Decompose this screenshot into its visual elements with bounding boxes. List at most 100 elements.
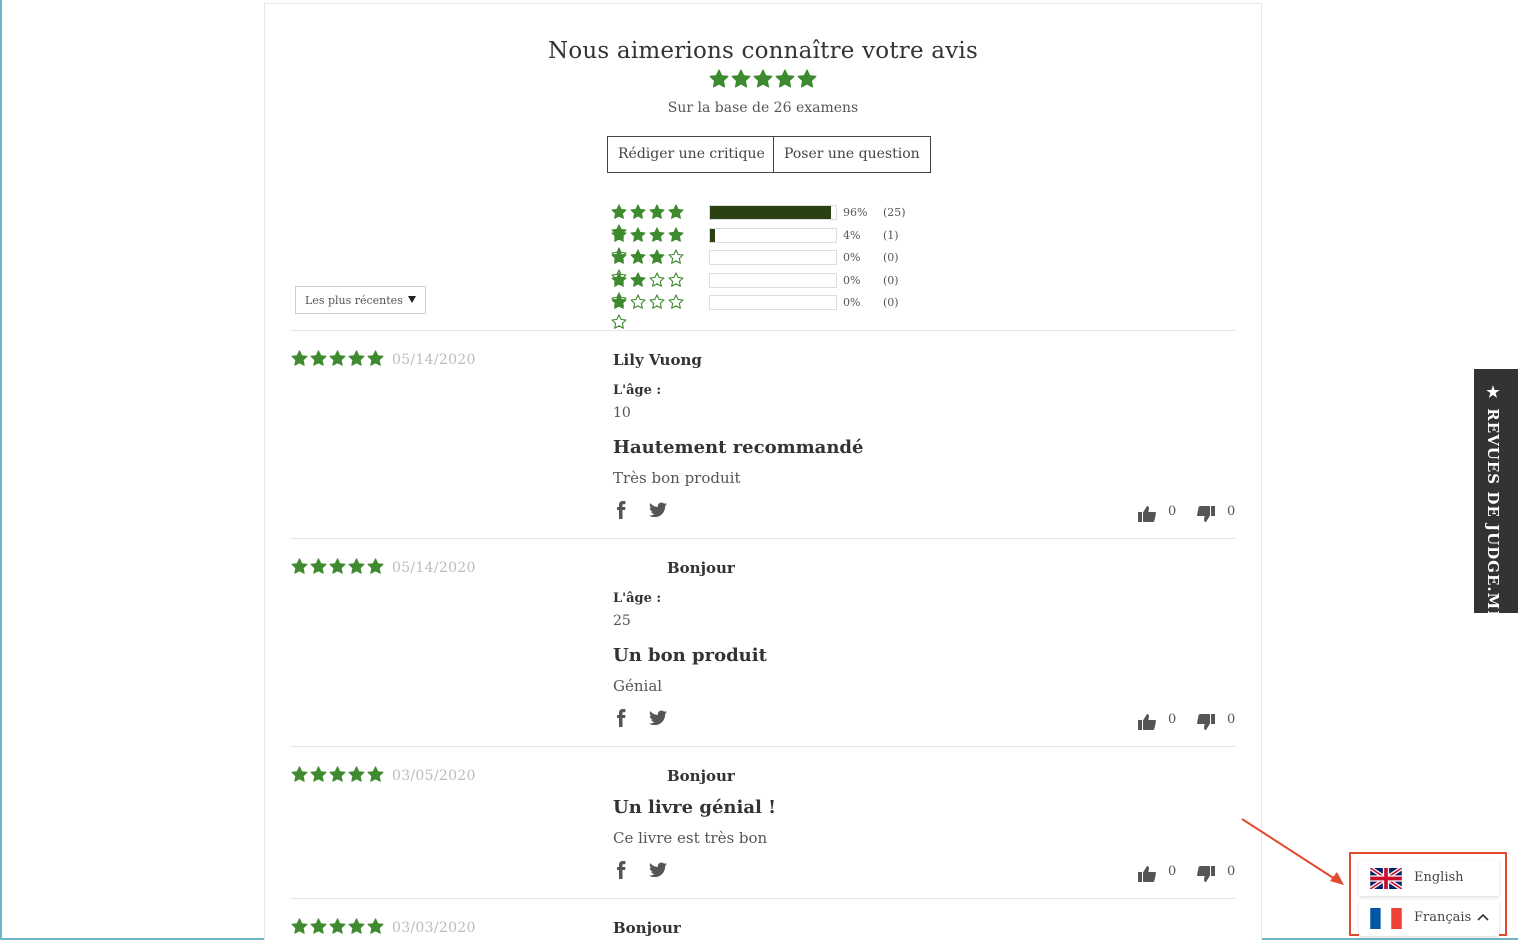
star-icon xyxy=(611,314,627,330)
review-question-value: 25 xyxy=(613,613,631,629)
histogram-row-4-stars[interactable]: 4% (1) xyxy=(611,225,931,262)
write-review-button[interactable]: Rédiger une critique xyxy=(607,136,776,173)
star-icon xyxy=(367,918,384,935)
star-icon xyxy=(649,271,665,288)
histogram-count: (1) xyxy=(883,228,899,242)
thumbs-down-icon[interactable] xyxy=(1197,866,1215,882)
star-icon xyxy=(348,558,365,575)
facebook-icon[interactable] xyxy=(615,501,627,519)
sort-selected-value: Les plus récentes xyxy=(305,294,403,307)
divider xyxy=(291,538,1236,539)
twitter-icon[interactable] xyxy=(649,710,667,726)
thumbs-down-icon[interactable] xyxy=(1197,714,1215,730)
star-icon xyxy=(731,69,751,89)
histogram-count: (0) xyxy=(883,251,899,264)
histogram-percent: 0% xyxy=(843,273,861,287)
review-stars xyxy=(291,918,386,939)
thumbs-down-icon[interactable] xyxy=(1197,506,1215,522)
star-icon xyxy=(753,69,773,89)
star-icon xyxy=(348,766,365,783)
ask-question-button[interactable]: Poser une question xyxy=(773,136,931,173)
twitter-icon[interactable] xyxy=(649,502,667,518)
histogram-bar xyxy=(709,295,837,310)
histogram-bar xyxy=(709,250,837,265)
star-icon xyxy=(649,204,665,220)
language-option-francais[interactable]: Français xyxy=(1359,900,1499,936)
review-stars xyxy=(291,350,386,371)
france-flag-icon xyxy=(1370,908,1402,929)
thumbs-up-icon[interactable] xyxy=(1138,506,1156,522)
downvote-count: 0 xyxy=(1227,504,1236,519)
judgeme-side-tab[interactable]: ★ REVUES DE JUDGE.ME xyxy=(1474,369,1518,623)
downvote-count: 0 xyxy=(1227,712,1236,727)
histogram-stars xyxy=(611,249,703,284)
histogram-bar xyxy=(709,227,837,243)
facebook-icon[interactable] xyxy=(615,709,627,727)
upvote-count: 0 xyxy=(1168,864,1177,879)
downvote-count: 0 xyxy=(1227,864,1236,879)
upvote-count: 0 xyxy=(1168,712,1177,727)
review-body: Génial xyxy=(613,677,663,695)
histogram-row-2-stars[interactable]: 0% (0) xyxy=(611,270,931,307)
star-icon xyxy=(291,766,308,783)
reviews-widget: Nous aimerions connaître votre avis Sur … xyxy=(264,3,1262,940)
star-icon xyxy=(775,69,795,89)
star-icon xyxy=(630,294,646,310)
star-icon xyxy=(329,350,346,367)
histogram-bar-fill xyxy=(710,206,831,219)
review-author: Bonjour xyxy=(613,919,681,937)
uk-flag-icon xyxy=(1370,868,1402,889)
language-switcher: English Français xyxy=(1349,852,1507,936)
review-date: 03/03/2020 xyxy=(392,920,476,936)
star-icon xyxy=(611,271,627,288)
star-icon xyxy=(329,766,346,783)
histogram-count: (0) xyxy=(883,296,899,309)
histogram-bar xyxy=(709,272,837,288)
review-date: 03/05/2020 xyxy=(392,768,476,784)
star-icon xyxy=(649,226,665,243)
star-icon xyxy=(668,249,684,265)
histogram-row-5-stars[interactable]: 96% (25) xyxy=(611,202,931,239)
star-icon xyxy=(630,204,646,220)
star-icon xyxy=(630,226,646,243)
histogram-row-3-stars[interactable]: 0% (0) xyxy=(611,247,931,284)
review-title: Hautement recommandé xyxy=(613,437,864,458)
annotation-arrow xyxy=(1241,818,1344,885)
side-tab-label: ★ REVUES DE JUDGE.ME xyxy=(1484,383,1502,623)
twitter-icon[interactable] xyxy=(649,862,667,878)
review-count-text: Sur la base de 26 examens xyxy=(667,100,859,116)
star-icon xyxy=(310,918,327,935)
histogram-stars xyxy=(611,271,703,307)
review-stars xyxy=(291,766,386,787)
divider xyxy=(291,898,1236,899)
histogram-percent: 96% xyxy=(843,206,868,219)
sort-select[interactable]: Les plus récentes xyxy=(295,286,426,314)
star-icon xyxy=(649,294,665,310)
thumbs-up-icon[interactable] xyxy=(1138,714,1156,730)
histogram-bar xyxy=(709,205,837,220)
star-icon xyxy=(630,249,646,265)
star-icon xyxy=(668,271,684,288)
chevron-up-icon[interactable] xyxy=(1477,912,1489,922)
star-icon xyxy=(329,918,346,935)
thumbs-up-icon[interactable] xyxy=(1138,866,1156,882)
histogram-bar-fill xyxy=(710,228,716,242)
star-icon xyxy=(367,558,384,575)
widget-title: Nous aimerions connaître votre avis xyxy=(548,38,978,64)
star-icon xyxy=(348,918,365,935)
histogram-row-1-stars[interactable]: 0% (0) xyxy=(611,292,931,329)
language-option-english[interactable]: English xyxy=(1359,860,1499,896)
upvote-count: 0 xyxy=(1168,504,1177,519)
star-icon xyxy=(797,69,817,89)
star-icon xyxy=(329,558,346,575)
star-icon xyxy=(668,204,684,220)
star-icon xyxy=(367,766,384,783)
star-icon xyxy=(310,766,327,783)
star-icon xyxy=(611,249,627,265)
histogram-count: (0) xyxy=(883,273,899,287)
review-stars xyxy=(291,558,386,579)
star-icon xyxy=(291,558,308,575)
review-title: Un livre génial ! xyxy=(613,797,777,818)
facebook-icon[interactable] xyxy=(615,861,627,879)
histogram-stars xyxy=(611,226,703,262)
